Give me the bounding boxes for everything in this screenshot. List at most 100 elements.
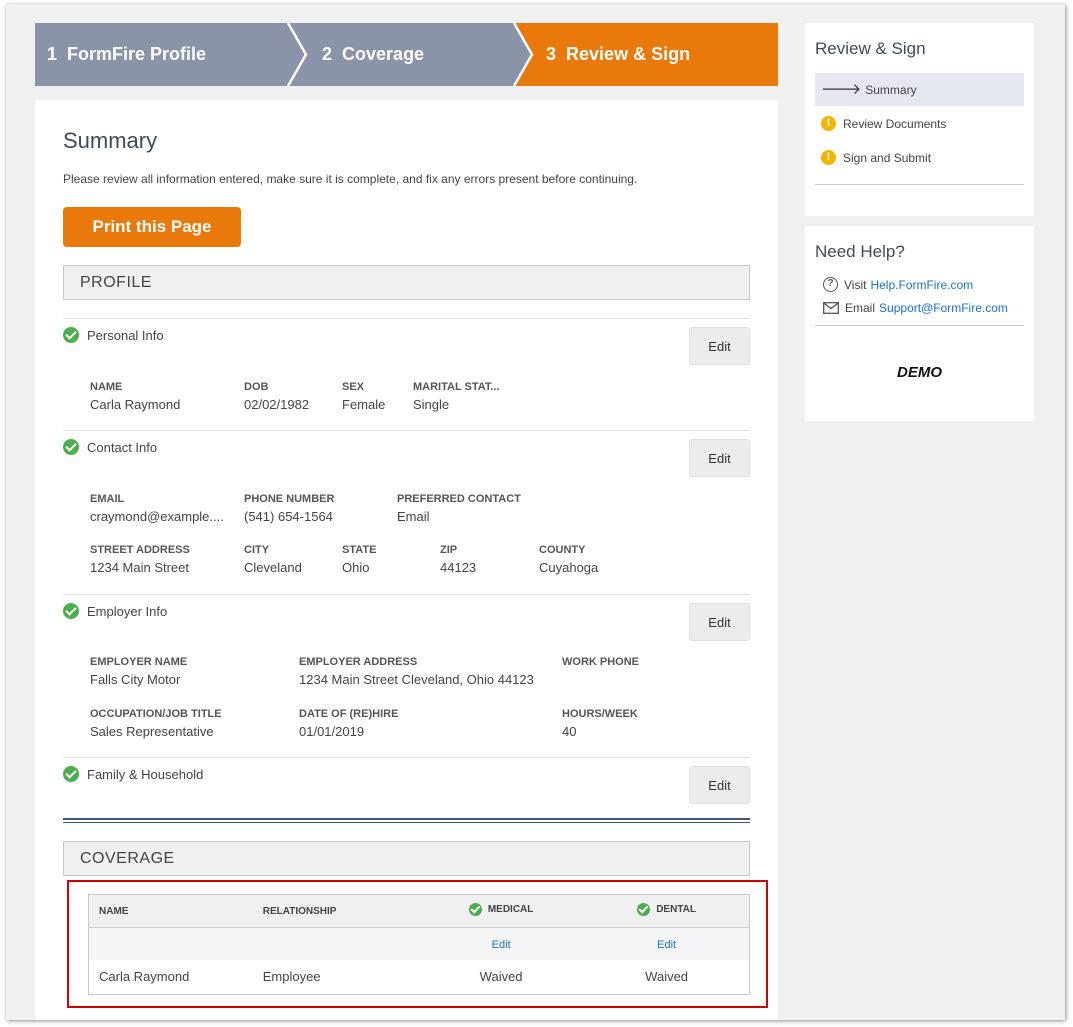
field-value: Ohio xyxy=(342,560,370,575)
field-value: Female xyxy=(342,397,386,412)
field-value: Email xyxy=(397,509,430,524)
warning-icon: ! xyxy=(821,116,836,131)
field-label: CITY xyxy=(244,544,270,556)
email-prefix: Email xyxy=(845,301,876,315)
field-label: DOB xyxy=(244,381,269,393)
empty-cell xyxy=(252,927,418,960)
family-household-heading: Family & Household xyxy=(63,766,203,782)
step-formfire-profile[interactable]: 1 FormFire Profile xyxy=(35,23,305,86)
field-label: EMPLOYER NAME xyxy=(90,656,188,668)
col-medical-header: MEDICAL xyxy=(417,894,585,928)
review-sign-title: Review & Sign xyxy=(815,39,926,58)
field-work-phone: WORK PHONE xyxy=(562,656,639,672)
coverage-table: NAME RELATIONSHIP MEDICAL DENTAL Edit Ed… xyxy=(88,894,750,995)
print-page-button[interactable]: Print this Page xyxy=(63,207,241,247)
coverage-section-header: COVERAGE xyxy=(63,841,750,876)
step-divider xyxy=(286,23,308,86)
employer-info-title: Employer Info xyxy=(87,603,168,619)
demo-badge: DEMO xyxy=(897,364,942,381)
field-label: ZIP xyxy=(440,544,458,556)
check-circle-icon xyxy=(63,327,79,343)
field-county: COUNTY Cuyahoga xyxy=(539,544,598,575)
contact-info-title: Contact Info xyxy=(87,439,158,455)
app-frame: 1 FormFire Profile 2 Coverage 3 Review &… xyxy=(6,4,1065,1020)
personal-info-heading: Personal Info xyxy=(63,327,164,343)
dental-label: DENTAL xyxy=(656,904,697,915)
field-value: craymond@example.... xyxy=(90,509,224,524)
sidebar-item-label: Review Documents xyxy=(843,116,947,131)
empty-cell xyxy=(88,927,253,960)
medical-edit-cell: Edit xyxy=(417,927,585,960)
edit-employer-info-button[interactable]: Edit xyxy=(689,603,750,641)
field-email: EMAIL craymond@example.... xyxy=(90,493,224,524)
field-label: OCCUPATION/JOB TITLE xyxy=(90,708,222,720)
field-label: STREET ADDRESS xyxy=(90,544,190,556)
field-marital-status: MARITAL STAT... Single xyxy=(413,381,500,412)
sidebar-item-label: Sign and Submit xyxy=(843,150,932,165)
need-help-panel: Need Help? ? Visit Help.FormFire.com Ema… xyxy=(805,226,1034,421)
check-circle-icon xyxy=(468,903,482,916)
field-label: NAME xyxy=(90,381,123,393)
field-label: HOURS/WEEK xyxy=(562,708,638,720)
field-value: Sales Representative xyxy=(90,724,214,739)
field-label: MARITAL STAT... xyxy=(413,381,500,393)
field-zip: ZIP 44123 xyxy=(440,544,476,575)
table-header-row: NAME RELATIONSHIP MEDICAL DENTAL xyxy=(88,894,750,928)
field-hours-week: HOURS/WEEK 40 xyxy=(562,708,638,739)
support-email-link[interactable]: Support@FormFire.com xyxy=(879,301,1008,315)
medical-status: Waived xyxy=(479,969,523,985)
help-site-link[interactable]: Help.FormFire.com xyxy=(870,278,973,292)
field-label: PREFERRED CONTACT xyxy=(397,493,521,505)
field-preferred-contact: PREFERRED CONTACT Email xyxy=(397,493,521,524)
step-label: Review & Sign xyxy=(566,44,691,64)
field-value: (541) 654-1564 xyxy=(244,509,333,524)
member-relationship: Employee xyxy=(262,969,321,985)
field-city: CITY Cleveland xyxy=(244,544,302,575)
contact-info-heading: Contact Info xyxy=(63,439,157,455)
edit-family-household-button[interactable]: Edit xyxy=(689,766,750,804)
warning-icon: ! xyxy=(821,150,836,165)
table-row: Carla Raymond Employee Waived Waived xyxy=(89,960,750,995)
field-label: COUNTY xyxy=(539,544,586,556)
sidebar-item-sign-submit[interactable]: ! Sign and Submit xyxy=(815,141,1024,174)
edit-dental-link[interactable]: Edit xyxy=(657,939,676,951)
field-value: Cuyahoga xyxy=(539,560,599,575)
field-value: Carla Raymond xyxy=(90,397,181,412)
field-employer-address: EMPLOYER ADDRESS 1234 Main Street Clevel… xyxy=(299,656,534,687)
field-dob: DOB 02/02/1982 xyxy=(244,381,309,412)
edit-medical-link[interactable]: Edit xyxy=(492,939,511,951)
field-employer-name: EMPLOYER NAME Falls City Motor xyxy=(90,656,187,687)
step-coverage[interactable]: 2 Coverage xyxy=(289,23,533,86)
field-sex: SEX Female xyxy=(342,381,385,412)
employer-info-heading: Employer Info xyxy=(63,603,167,619)
personal-info-title: Personal Info xyxy=(87,327,164,343)
member-name: Carla Raymond xyxy=(99,969,190,985)
section-separator xyxy=(63,818,750,823)
summary-card: Summary Please review all information en… xyxy=(35,100,778,1020)
field-value: 01/01/2019 xyxy=(299,724,365,739)
help-visit-line: ? Visit Help.FormFire.com xyxy=(823,277,973,292)
step-number: 3 xyxy=(546,44,557,64)
divider xyxy=(815,184,1024,185)
field-label: EMAIL xyxy=(90,493,125,505)
field-label: SEX xyxy=(342,381,365,393)
envelope-icon xyxy=(823,302,839,314)
divider xyxy=(63,318,750,319)
page-title: Summary xyxy=(63,128,158,153)
edit-contact-info-button[interactable]: Edit xyxy=(689,439,750,477)
family-household-title: Family & Household xyxy=(87,766,204,782)
field-value: 1234 Main Street Cleveland, Ohio 44123 xyxy=(299,672,534,687)
step-number: 1 xyxy=(47,44,58,64)
field-label: STATE xyxy=(342,544,377,556)
sidebar-item-summary[interactable]: 🡒 Summary xyxy=(815,73,1024,106)
check-circle-icon xyxy=(637,903,651,916)
dental-status: Waived xyxy=(645,969,689,985)
edit-personal-info-button[interactable]: Edit xyxy=(689,327,750,365)
sidebar-item-label: Summary xyxy=(865,82,917,97)
col-dental-header: DENTAL xyxy=(584,894,750,928)
field-state: STATE Ohio xyxy=(342,544,376,575)
sidebar-item-review-documents[interactable]: ! Review Documents xyxy=(815,107,1024,140)
step-review-sign[interactable]: 3 Review & Sign xyxy=(515,23,778,86)
question-circle-icon: ? xyxy=(823,277,838,292)
step-progress: 1 FormFire Profile 2 Coverage 3 Review &… xyxy=(35,23,778,86)
